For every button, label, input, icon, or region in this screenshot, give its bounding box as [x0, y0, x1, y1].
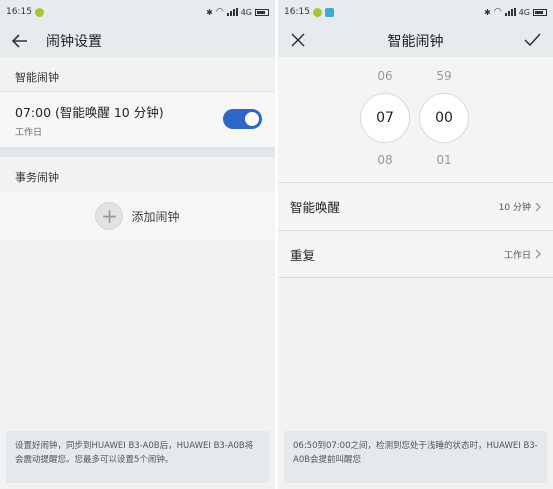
wifi-icon: ◠	[493, 7, 502, 17]
wifi-icon: ◠	[215, 7, 224, 17]
divider	[0, 147, 275, 157]
plus-icon: +	[95, 202, 124, 230]
chevron-right-icon	[535, 249, 541, 259]
bluetooth-icon: ✱	[484, 7, 491, 17]
smart-wake-row[interactable]: 智能唤醒 10 分钟	[278, 182, 553, 230]
hour-prev: 06	[377, 69, 393, 83]
status-time: 16:15	[6, 7, 32, 17]
alarm-repeat-label: 工作日	[15, 128, 43, 138]
repeat-label: 重复	[290, 247, 316, 263]
hour-wheel[interactable]: 06 07 08	[360, 65, 410, 171]
smart-wake-value: 10 分钟	[498, 203, 531, 213]
smart-alarm-screen: 16:15 ✱ ◠ 4G 智能闹钟 06 07 08 59 00 01 智能唤醒…	[278, 0, 553, 489]
hour-current: 07	[360, 93, 410, 143]
add-alarm-label: 添加闹钟	[131, 209, 180, 224]
battery-icon	[533, 8, 547, 16]
minute-current: 00	[419, 93, 469, 143]
alarm-item[interactable]: 07:00 (智能唤醒 10 分钟) 工作日	[0, 91, 275, 147]
status-time: 16:15	[284, 7, 310, 17]
info-footer: 06:50到07:00之间，检测到您处于浅睡的状态时，HUAWEI B3-A0B…	[284, 431, 547, 483]
page-title: 闹钟设置	[46, 33, 102, 50]
minute-next: 01	[436, 153, 452, 167]
info-footer: 设置好闹钟，同步到HUAWEI B3-A0B后，HUAWEI B3-A0B将会震…	[6, 431, 269, 483]
check-icon	[524, 33, 541, 47]
app-bar: 智能闹钟	[278, 24, 553, 57]
smart-alarm-section-title: 智能闹钟	[0, 57, 275, 91]
network-type: 4G	[518, 7, 530, 17]
repeat-value: 工作日	[503, 250, 531, 261]
arrow-left-icon	[12, 33, 27, 48]
status-bar: 16:15 ✱ ◠ 4G	[278, 0, 553, 24]
network-type: 4G	[240, 7, 252, 17]
back-button[interactable]	[0, 33, 40, 48]
add-alarm-button[interactable]: + 添加闹钟	[0, 191, 275, 241]
smart-wake-label: 智能唤醒	[290, 200, 341, 215]
hour-next: 08	[377, 153, 393, 167]
app-notification-icon	[324, 7, 334, 17]
confirm-button[interactable]	[524, 32, 541, 52]
alarm-toggle[interactable]	[223, 109, 262, 129]
time-picker: 06 07 08 59 00 01	[278, 57, 553, 182]
alarm-settings-screen: 16:15 ✱ ◠ 4G 闹钟设置 智能闹钟 07:00 (智能唤醒 10 分钟…	[0, 0, 275, 489]
bluetooth-icon: ✱	[206, 7, 213, 17]
status-bar: 16:15 ✱ ◠ 4G	[0, 0, 275, 24]
minute-prev: 59	[436, 69, 452, 83]
task-alarm-section-title: 事务闹钟	[0, 157, 275, 191]
toggle-knob	[245, 112, 259, 126]
chevron-right-icon	[535, 202, 541, 211]
signal-icon	[226, 8, 238, 16]
minute-wheel[interactable]: 59 00 01	[419, 65, 469, 171]
page-title: 智能闹钟	[387, 33, 444, 50]
repeat-row[interactable]: 重复 工作日	[278, 230, 553, 278]
app-bar: 闹钟设置	[0, 24, 275, 57]
signal-icon	[504, 8, 516, 16]
notification-icon	[34, 7, 44, 17]
battery-icon	[255, 8, 269, 16]
notification-icon	[312, 7, 322, 17]
